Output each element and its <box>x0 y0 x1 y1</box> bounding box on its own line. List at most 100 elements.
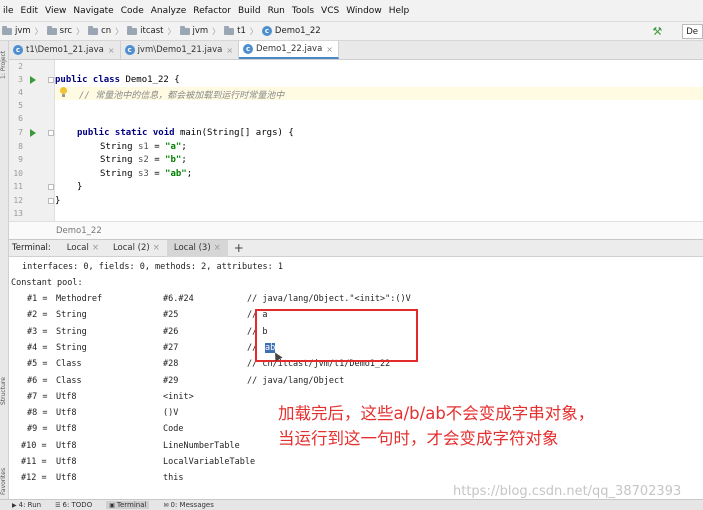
menu-view[interactable]: View <box>42 6 70 16</box>
code-line-7: public static void main(String[] args) { <box>77 128 294 138</box>
menu-analyze[interactable]: Analyze <box>148 6 190 16</box>
line-number: 13 <box>13 209 23 218</box>
fold-icon[interactable] <box>48 184 54 190</box>
menu-refactor[interactable]: Refactor <box>190 6 235 16</box>
close-icon[interactable]: × <box>108 46 115 55</box>
tool-label: 6: TODO <box>62 501 93 509</box>
close-icon[interactable]: × <box>226 46 233 55</box>
tab-local-3[interactable]: Local (3) × <box>166 239 228 257</box>
terminal-label: Terminal: <box>12 243 51 253</box>
nav-crumb-jvm-pkg[interactable]: jvm 〉 <box>179 25 225 37</box>
code-line-9: String s2 = "b"; <box>100 155 187 165</box>
pool-entry-kind: Utf8 <box>56 457 77 467</box>
tab-local-2[interactable]: Local (2) × <box>106 240 167 257</box>
nav-crumb-itcast[interactable]: itcast 〉 <box>127 25 179 37</box>
project-tool-button[interactable]: 1: Project <box>0 47 9 83</box>
line-number: 8 <box>18 142 23 151</box>
menu-edit[interactable]: Edit <box>18 6 42 16</box>
brace: } <box>77 182 83 192</box>
close-icon[interactable]: × <box>214 243 221 253</box>
tab-local[interactable]: Local × <box>60 240 106 257</box>
lightbulb-icon[interactable] <box>59 87 68 98</box>
nav-crumb-label: src <box>59 26 73 36</box>
menu-file[interactable]: ile <box>0 6 18 16</box>
pool-entry-kind: String <box>56 326 87 337</box>
tab-label: Demo1_22.java <box>256 44 323 54</box>
left-tool-stripe: 1: Project Structure Favorites <box>0 41 9 500</box>
chevron-right-icon: 〉 <box>76 26 85 36</box>
todo-tool-button[interactable]: ☰ 6: TODO <box>55 501 92 509</box>
build-hammer-icon[interactable]: ⚒ <box>652 25 662 38</box>
message-icon: ✉ <box>163 501 169 509</box>
constant-pool-title: Constant pool: <box>11 278 83 288</box>
string-literal: "b" <box>165 155 182 165</box>
menu-code[interactable]: Code <box>118 6 148 16</box>
tab-demo1-22[interactable]: c Demo1_22.java × <box>239 41 339 59</box>
pool-entry-id: #2 = <box>27 310 48 321</box>
tool-label: 4: Run <box>18 501 42 509</box>
editor-breadcrumb[interactable]: Demo1_22 <box>9 221 703 239</box>
type: String <box>100 155 138 165</box>
fold-icon[interactable] <box>48 198 54 204</box>
tab-t1-demo1-21[interactable]: c t1\Demo1_21.java × <box>9 41 121 59</box>
structure-tool-button[interactable]: Structure <box>0 371 9 411</box>
annotation-line: 当运行到这一句时，才会变成字符对象 <box>278 429 559 448</box>
nav-crumb-cn[interactable]: cn 〉 <box>88 25 127 37</box>
menu-build[interactable]: Build <box>235 6 265 16</box>
menu-window[interactable]: Window <box>343 6 386 16</box>
pool-entry-kind: String <box>56 310 87 321</box>
editor-gutter: 2 3 4 5 6 7 8 9 10 11 12 13 <box>9 60 55 221</box>
line-number: 12 <box>13 196 23 205</box>
close-icon[interactable]: × <box>92 243 99 253</box>
run-configuration-select[interactable]: De <box>682 24 703 39</box>
pool-entry-id: #4 = <box>27 342 48 353</box>
messages-tool-button[interactable]: ✉ 0: Messages <box>163 501 213 509</box>
terminal-tool-button[interactable]: ▣ Terminal <box>106 501 150 509</box>
menu-navigate[interactable]: Navigate <box>70 6 117 16</box>
close-icon[interactable]: × <box>153 243 160 253</box>
close-icon[interactable]: × <box>326 45 333 54</box>
pool-entry-id: #6 = <box>27 375 48 386</box>
terminal-output[interactable]: interfaces: 0, fields: 0, methods: 2, at… <box>9 257 703 499</box>
pool-entry-id: #8 = <box>27 408 48 419</box>
code-line-12: } <box>55 196 60 206</box>
menu-tools[interactable]: Tools <box>289 6 318 16</box>
chevron-right-icon: 〉 <box>212 26 221 36</box>
tab-label: jvm\Demo1_21.java <box>137 45 223 55</box>
folder-icon <box>127 25 138 35</box>
nav-crumb-label: cn <box>101 26 112 36</box>
code-editor[interactable]: 2 3 4 5 6 7 8 9 10 11 12 13 public class… <box>9 60 703 221</box>
run-class-icon[interactable] <box>30 76 36 84</box>
line-number: 7 <box>18 128 23 137</box>
toolbar-right: ⚒ De <box>652 22 703 41</box>
string-literal: "ab" <box>165 169 187 179</box>
nav-crumb-t1[interactable]: t1 〉 <box>224 25 262 37</box>
pool-entry-kind: Class <box>56 359 82 370</box>
nav-crumb-src[interactable]: src 〉 <box>46 25 88 37</box>
nav-crumb-jvm[interactable]: jvm 〉 <box>2 25 47 37</box>
run-tool-button[interactable]: ▶ 4: Run <box>12 501 41 509</box>
fold-icon[interactable] <box>48 130 54 136</box>
menu-help[interactable]: Help <box>386 6 414 16</box>
class-icon: c <box>13 45 23 55</box>
class-icon: c <box>243 44 254 54</box>
new-terminal-button[interactable]: + <box>228 241 250 255</box>
chevron-right-icon: 〉 <box>34 26 43 36</box>
menu-run[interactable]: Run <box>265 6 289 16</box>
tab-label: Local (2) <box>112 243 150 253</box>
nav-crumb-label: jvm <box>192 26 209 36</box>
tab-jvm-demo1-21[interactable]: c jvm\Demo1_21.java × <box>121 41 240 59</box>
code-line-3: public class Demo1_22 { <box>55 75 180 85</box>
favorites-tool-button[interactable]: Favorites <box>0 461 9 501</box>
navigation-bar: jvm 〉 src 〉 cn 〉 itcast 〉 jvm 〉 t1 〉 c Demo1_22… <box>0 22 703 41</box>
pool-entry-ref: this <box>163 473 184 484</box>
pool-entry-ref: ()V <box>163 408 179 419</box>
line-number: 4 <box>18 88 23 97</box>
nav-crumb-class[interactable]: c Demo1_22 <box>261 26 321 36</box>
fold-icon[interactable] <box>48 77 54 83</box>
pool-entry-kind: Utf8 <box>56 424 77 435</box>
pool-entry-kind: String <box>56 342 87 353</box>
run-main-icon[interactable] <box>30 129 36 137</box>
menu-vcs[interactable]: VCS <box>318 6 343 16</box>
variable: s1 <box>137 142 149 152</box>
